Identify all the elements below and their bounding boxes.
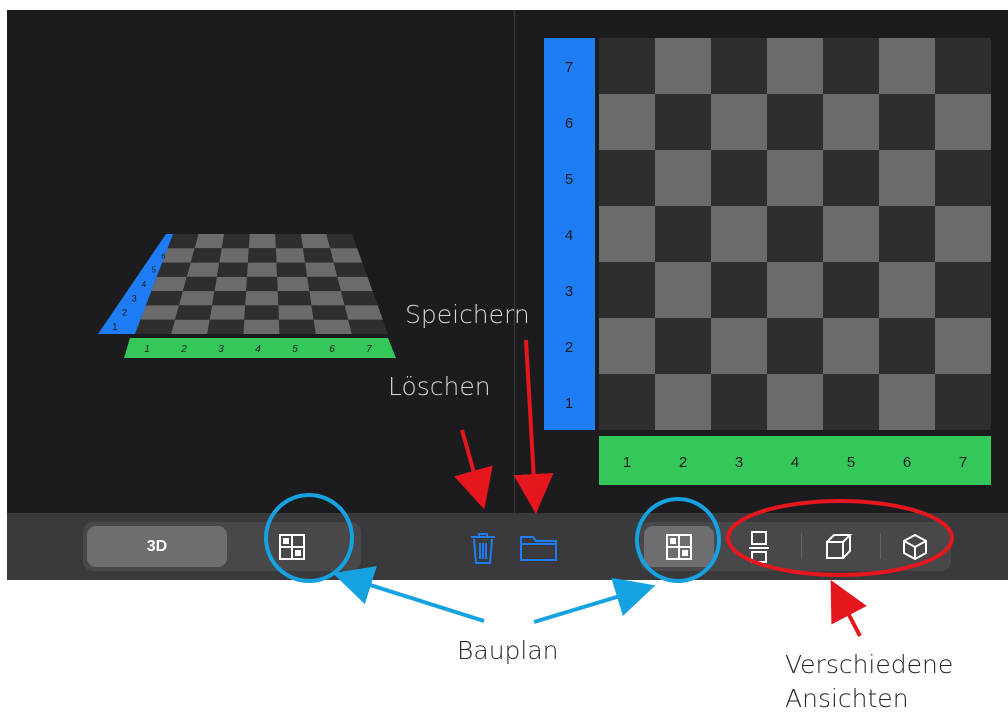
annotation-verschiedene: Verschiedene — [785, 650, 954, 679]
arrow-verschiedene — [830, 579, 867, 637]
isometric-cube-icon — [903, 533, 927, 560]
blueprint-icon — [279, 533, 305, 560]
segment-separator — [880, 533, 881, 559]
annotation-ansichten: Ansichten — [785, 684, 909, 713]
segment-separator — [801, 533, 802, 559]
view-segmented-control — [640, 522, 951, 571]
folder-icon[interactable] — [519, 533, 559, 563]
bottom-toolbar: 3D — [7, 513, 1008, 580]
mode-segmented-control: 3D — [83, 522, 361, 571]
3d-mode-label: 3D — [146, 537, 168, 555]
trash-icon[interactable] — [467, 531, 499, 565]
view-divider — [514, 10, 515, 513]
cube-icon — [826, 533, 853, 559]
cube-view-button[interactable] — [804, 526, 874, 567]
arrow-bauplan-left — [332, 566, 485, 623]
annotation-speichern: Speichern — [405, 300, 530, 329]
annotation-loeschen: Löschen — [388, 372, 491, 401]
annotation-bauplan: Bauplan — [457, 636, 559, 665]
3d-mode-button[interactable]: 3D — [87, 526, 227, 567]
blueprint-view-button[interactable] — [644, 526, 714, 567]
side-view-icon — [749, 530, 769, 563]
app-window — [7, 10, 1008, 580]
iso-view-button[interactable] — [882, 526, 948, 567]
side-view-button[interactable] — [724, 526, 794, 567]
blueprint-view-icon — [666, 533, 692, 560]
arrow-bauplan-right — [533, 577, 656, 624]
blueprint-mode-button[interactable] — [227, 526, 357, 567]
